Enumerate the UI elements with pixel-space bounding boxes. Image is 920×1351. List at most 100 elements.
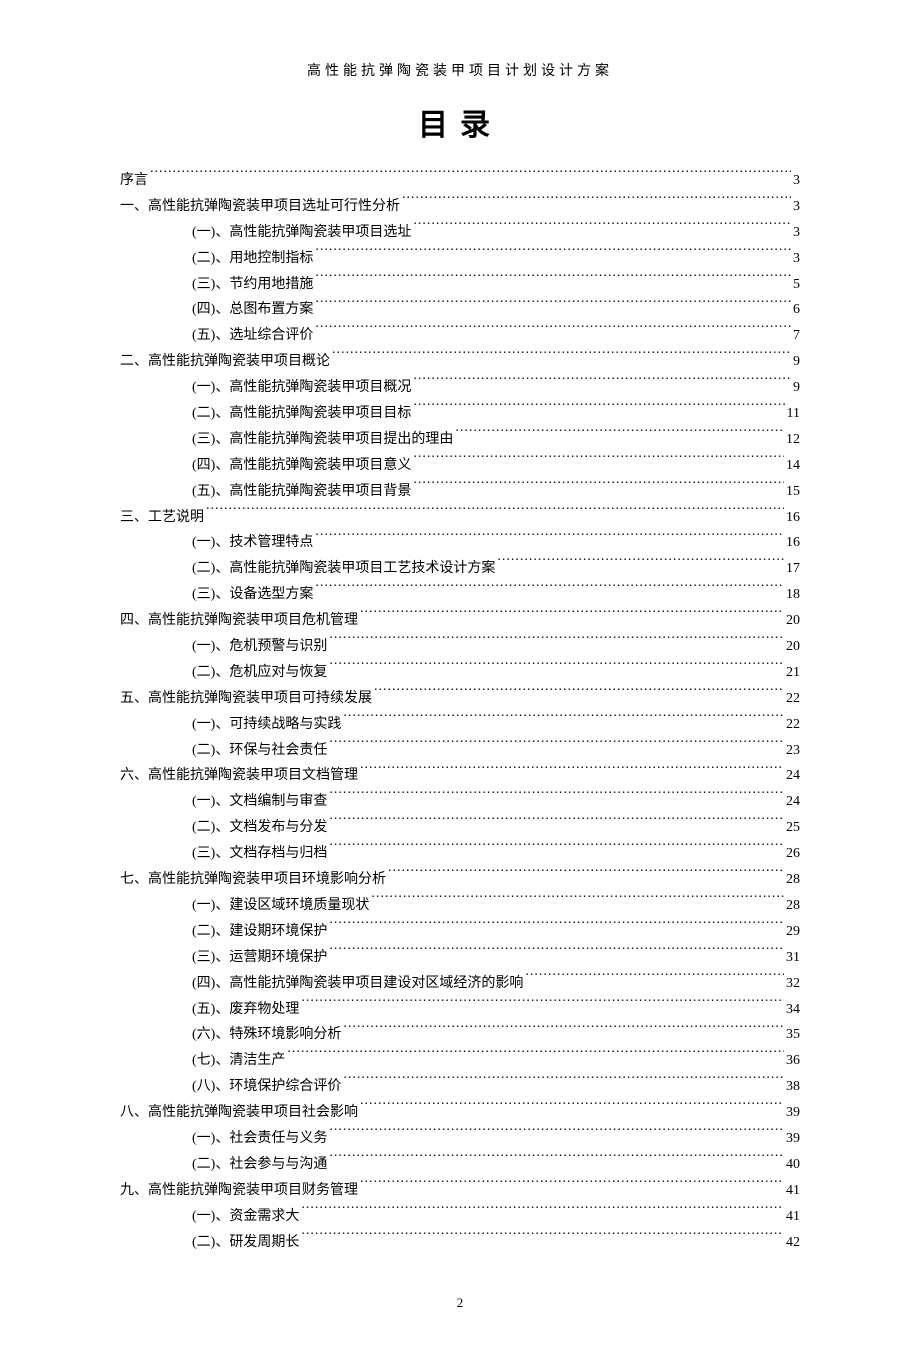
toc-dot-leader (329, 740, 784, 754)
toc-entry[interactable]: (一)、建设区域环境质量现状 28 (192, 893, 800, 919)
toc-entry[interactable]: (七)、清洁生产36 (192, 1048, 800, 1074)
toc-entry[interactable]: (二)、用地控制指标3 (192, 246, 800, 272)
toc-entry[interactable]: (二)、研发周期长42 (192, 1230, 800, 1256)
toc-dot-leader (315, 584, 784, 598)
toc-entry[interactable]: (五)、选址综合评价7 (192, 323, 800, 349)
toc-entry-page: 24 (786, 763, 800, 789)
toc-entry[interactable]: (五)、废弃物处理34 (192, 997, 800, 1023)
toc-entry-label: 九、高性能抗弹陶瓷装甲项目财务管理 (120, 1178, 358, 1204)
toc-entry[interactable]: (二)、环保与社会责任23 (192, 738, 800, 764)
toc-entry-page: 28 (786, 867, 800, 893)
toc-entry[interactable]: 四、高性能抗弹陶瓷装甲项目危机管理20 (120, 608, 800, 634)
toc-entry[interactable]: 九、高性能抗弹陶瓷装甲项目财务管理41 (120, 1178, 800, 1204)
toc-entry-page: 41 (786, 1204, 800, 1230)
toc-entry-page: 3 (793, 220, 800, 246)
toc-dot-leader (374, 688, 784, 702)
toc-entry[interactable]: (二)、高性能抗弹陶瓷装甲项目工艺技术设计方案17 (192, 556, 800, 582)
toc-dot-leader (329, 921, 784, 935)
toc-entry[interactable]: 八、高性能抗弹陶瓷装甲项目社会影响39 (120, 1100, 800, 1126)
toc-entry[interactable]: (二)、社会参与与沟通40 (192, 1152, 800, 1178)
toc-entry[interactable]: (二)、高性能抗弹陶瓷装甲项目目标11 (192, 401, 800, 427)
toc-entry-label: (二)、环保与社会责任 (192, 738, 327, 764)
toc-entry[interactable]: 二、高性能抗弹陶瓷装甲项目概论9 (120, 349, 800, 375)
toc-entry-label: (一)、高性能抗弹陶瓷装甲项目选址 (192, 220, 411, 246)
toc-entry[interactable]: (三)、节约用地措施5 (192, 272, 800, 298)
toc-entry[interactable]: 六、高性能抗弹陶瓷装甲项目文档管理 24 (120, 763, 800, 789)
toc-entry-page: 17 (786, 556, 800, 582)
toc-dot-leader (343, 714, 784, 728)
toc-dot-leader (388, 869, 784, 883)
toc-entry[interactable]: (四)、高性能抗弹陶瓷装甲项目建设对区域经济的影响32 (192, 971, 800, 997)
toc-dot-leader (329, 662, 784, 676)
toc-dot-leader (497, 558, 784, 572)
toc-dot-leader (329, 791, 784, 805)
toc-entry[interactable]: (三)、文档存档与归档 26 (192, 841, 800, 867)
toc-entry[interactable]: 一、高性能抗弹陶瓷装甲项目选址可行性分析3 (120, 194, 800, 220)
toc-entry-label: (三)、高性能抗弹陶瓷装甲项目提出的理由 (192, 427, 453, 453)
toc-entry[interactable]: (二)、建设期环境保护29 (192, 919, 800, 945)
toc-entry[interactable]: (一)、技术管理特点16 (192, 530, 800, 556)
toc-dot-leader (413, 455, 784, 469)
toc-dot-leader (455, 429, 784, 443)
toc-entry[interactable]: (三)、运营期环境保护31 (192, 945, 800, 971)
toc-entry-label: (一)、建设区域环境质量现状 (192, 893, 369, 919)
toc-entry[interactable]: 三、工艺说明16 (120, 505, 800, 531)
toc-dot-leader (150, 170, 791, 184)
toc-entry[interactable]: (一)、可持续战略与实践22 (192, 712, 800, 738)
toc-entry-label: 五、高性能抗弹陶瓷装甲项目可持续发展 (120, 686, 372, 712)
toc-entry-page: 31 (786, 945, 800, 971)
toc-entry[interactable]: (三)、高性能抗弹陶瓷装甲项目提出的理由 12 (192, 427, 800, 453)
toc-entry-page: 14 (786, 453, 800, 479)
toc-entry-page: 3 (793, 194, 800, 220)
toc-entry-page: 26 (786, 841, 800, 867)
toc-entry-page: 12 (786, 427, 800, 453)
toc-entry-label: (二)、危机应对与恢复 (192, 660, 327, 686)
toc-entry[interactable]: (一)、高性能抗弹陶瓷装甲项目选址 3 (192, 220, 800, 246)
toc-entry-page: 9 (793, 375, 800, 401)
toc-entry[interactable]: (一)、社会责任与义务39 (192, 1126, 800, 1152)
toc-entry[interactable]: (四)、总图布置方案6 (192, 297, 800, 323)
toc-entry-label: 六、高性能抗弹陶瓷装甲项目文档管理 (120, 763, 358, 789)
toc-entry-label: (七)、清洁生产 (192, 1048, 285, 1074)
toc-dot-leader (360, 1180, 784, 1194)
page-number: 2 (120, 1295, 800, 1311)
toc-entry[interactable]: (五)、高性能抗弹陶瓷装甲项目背景15 (192, 479, 800, 505)
toc-dot-leader (343, 1024, 784, 1038)
toc-entry-label: (二)、高性能抗弹陶瓷装甲项目目标 (192, 401, 411, 427)
toc-entry-label: 七、高性能抗弹陶瓷装甲项目环境影响分析 (120, 867, 386, 893)
toc-entry-label: (三)、节约用地措施 (192, 272, 313, 298)
toc-entry[interactable]: (六)、特殊环境影响分析35 (192, 1022, 800, 1048)
toc-entry-label: (三)、文档存档与归档 (192, 841, 327, 867)
toc-dot-leader (301, 999, 784, 1013)
toc-entry-label: (一)、高性能抗弹陶瓷装甲项目概况 (192, 375, 411, 401)
toc-entry[interactable]: 五、高性能抗弹陶瓷装甲项目可持续发展 22 (120, 686, 800, 712)
toc-entry[interactable]: (二)、危机应对与恢复21 (192, 660, 800, 686)
toc-entry[interactable]: (四)、高性能抗弹陶瓷装甲项目意义14 (192, 453, 800, 479)
toc-dot-leader (206, 507, 784, 521)
toc-entry-label: (五)、选址综合评价 (192, 323, 313, 349)
toc-entry[interactable]: 序言3 (120, 168, 800, 194)
toc-entry[interactable]: 七、高性能抗弹陶瓷装甲项目环境影响分析 28 (120, 867, 800, 893)
toc-entry[interactable]: (二)、文档发布与分发25 (192, 815, 800, 841)
toc-entry[interactable]: (一)、文档编制与审查24 (192, 789, 800, 815)
toc-entry[interactable]: (三)、设备选型方案18 (192, 582, 800, 608)
toc-entry-page: 39 (786, 1100, 800, 1126)
toc-entry-page: 22 (786, 686, 800, 712)
toc-entry[interactable]: (一)、资金需求大41 (192, 1204, 800, 1230)
toc-dot-leader (413, 222, 791, 236)
toc-entry-label: (二)、用地控制指标 (192, 246, 313, 272)
toc-dot-leader (413, 377, 791, 391)
document-page: 高性能抗弹陶瓷装甲项目计划设计方案 目录 序言3一、高性能抗弹陶瓷装甲项目选址可… (0, 0, 920, 1351)
toc-dot-leader (360, 1102, 784, 1116)
toc-entry[interactable]: (一)、危机预警与识别20 (192, 634, 800, 660)
toc-entry[interactable]: (八)、环境保护综合评价38 (192, 1074, 800, 1100)
toc-entry-page: 28 (786, 893, 800, 919)
toc-entry-label: (二)、文档发布与分发 (192, 815, 327, 841)
page-header: 高性能抗弹陶瓷装甲项目计划设计方案 (120, 60, 800, 80)
toc-entry-label: (五)、废弃物处理 (192, 997, 299, 1023)
toc-entry-label: 三、工艺说明 (120, 505, 204, 531)
toc-entry-label: (二)、研发周期长 (192, 1230, 299, 1256)
toc-entry-page: 32 (786, 971, 800, 997)
toc-entry-label: (六)、特殊环境影响分析 (192, 1022, 341, 1048)
toc-entry[interactable]: (一)、高性能抗弹陶瓷装甲项目概况 9 (192, 375, 800, 401)
